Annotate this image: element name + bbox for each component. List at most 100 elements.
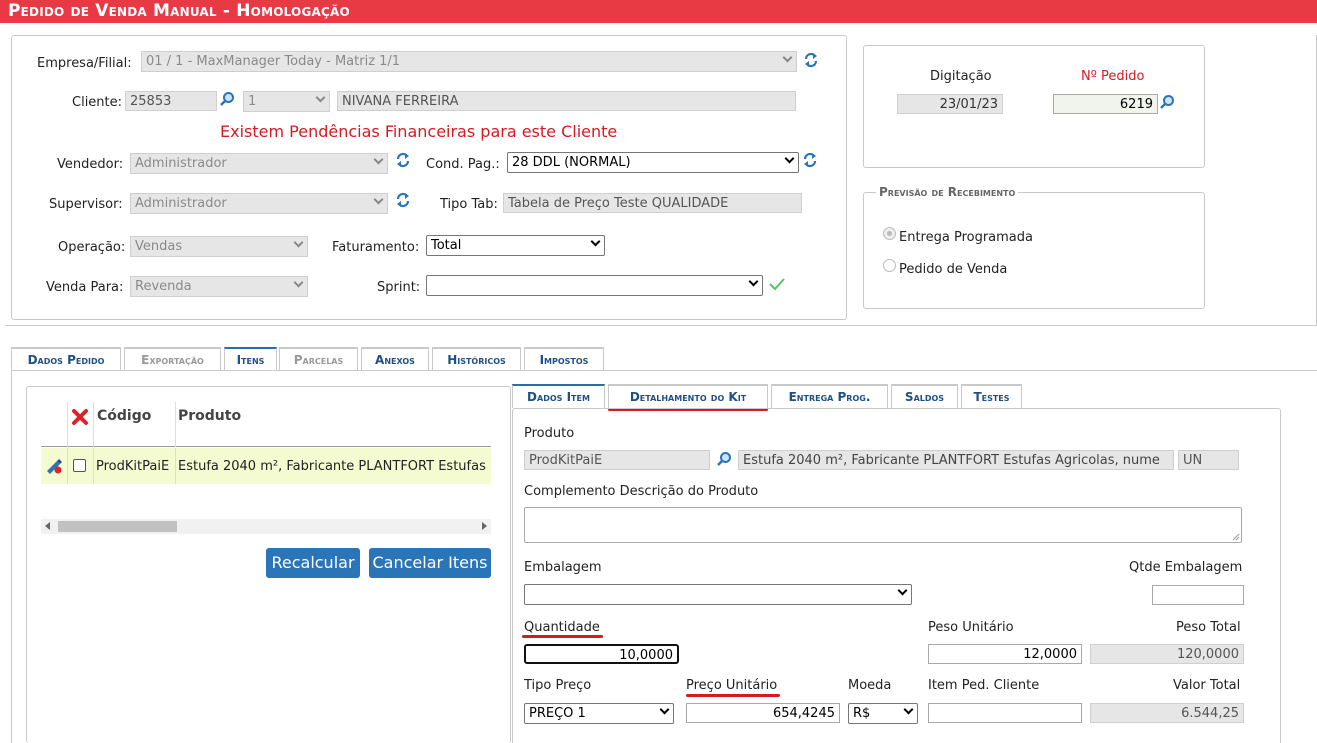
sprint-select[interactable] [426,275,763,296]
edit-icon[interactable] [44,457,64,475]
produto-code-field: ProdKitPaiE [524,450,710,470]
radio-pedido-label: Pedido de Venda [899,262,1008,277]
subtab-saldos[interactable]: Saldos [891,384,958,408]
cond-pag-select[interactable]: 28 DDL (NORMAL) [507,152,799,173]
tab-itens[interactable]: Itens [224,347,277,371]
pedido-field[interactable]: 6219 [1053,94,1158,114]
operacao-label: Operação: [58,240,126,255]
faturamento-value: Total [431,238,462,253]
venda-para-select[interactable]: Revenda [130,276,308,297]
refresh-icon[interactable] [395,191,411,209]
tab-exportacao[interactable]: Exportação [124,347,221,371]
tipo-preco-select[interactable]: PREÇO 1 [524,703,674,724]
search-icon[interactable] [219,91,235,107]
row-produto: Estufa 2040 m², Fabricante PLANTFORT Est… [178,459,486,474]
subtab-detalhamento-kit[interactable]: Detalhamento do Kit [608,384,768,408]
chevron-down-icon [897,585,908,596]
qtde-embalagem-field[interactable] [1152,585,1244,605]
chevron-down-icon [782,52,793,63]
table-row[interactable]: ProdKitPaiE Estufa 2040 m², Fabricante P… [41,448,491,484]
peso-total-label: Peso Total [1176,620,1241,635]
scroll-left-icon[interactable] [45,522,50,530]
tipo-tab-field: Tabela de Preço Teste QUALIDADE [503,193,802,213]
quantidade-field[interactable]: 10,0000 [524,644,679,664]
tab-label: Saldos [904,390,945,404]
radio-pedido[interactable] [883,259,896,272]
tab-historicos[interactable]: Históricos [432,347,521,371]
operacao-select[interactable]: Vendas [130,236,308,257]
page-title: Pedido de Venda Manual - Homologação [8,1,350,21]
empresa-label: Empresa/Filial: [37,56,132,71]
peso-unit-label: Peso Unitário [928,620,1014,635]
chevron-down-icon [590,236,601,247]
venda-para-value: Revenda [135,279,192,294]
embalagem-label: Embalagem [524,560,602,575]
chevron-down-icon [315,92,326,103]
complemento-textarea[interactable] [524,507,1242,543]
radio-entrega[interactable] [883,227,896,240]
cancelar-itens-button[interactable]: Cancelar Itens [369,548,491,578]
peso-unit-field[interactable]: 12,0000 [928,644,1082,664]
cliente-code-field[interactable]: 25853 [125,91,217,111]
tab-label: Entrega Prog. [788,390,871,404]
tab-anexos[interactable]: Anexos [361,347,429,371]
refresh-icon[interactable] [803,51,819,69]
tab-impostos[interactable]: Impostos [524,347,604,371]
check-icon [769,278,785,291]
title-bar: Pedido de Venda Manual - Homologação [0,0,1317,23]
faturamento-select[interactable]: Total [426,235,605,256]
subtab-testes[interactable]: Testes [961,384,1022,408]
top-container-bottom [5,325,1317,326]
scroll-thumb[interactable] [58,521,177,532]
moeda-label: Moeda [848,678,892,693]
operacao-value: Vendas [135,239,183,254]
col-produto[interactable]: Produto [178,408,241,424]
tab-parcelas[interactable]: Parcelas [279,347,358,371]
preco-unit-field[interactable]: 654,4245 [686,703,840,723]
item-ped-cliente-label: Item Ped. Cliente [928,678,1040,693]
valor-total-label: Valor Total [1173,678,1241,693]
horizontal-scrollbar[interactable] [41,519,491,534]
empresa-value: 01 / 1 - MaxManager Today - Matriz 1/1 [146,54,401,69]
moeda-select[interactable]: R$ [848,703,918,724]
delete-all-icon[interactable] [71,408,89,426]
pedido-label: Nº Pedido [1081,69,1145,84]
scroll-right-icon[interactable] [482,522,487,530]
vendedor-select[interactable]: Administrador [130,153,388,174]
row-codigo: ProdKitPaiE [96,459,170,474]
cliente-label: Cliente: [72,95,123,110]
refresh-icon[interactable] [802,151,818,169]
chevron-down-icon [903,704,914,715]
supervisor-select[interactable]: Administrador [130,193,388,214]
tab-dados-pedido[interactable]: Dados Pedido [11,347,121,371]
resize-grip-icon[interactable] [1232,533,1240,541]
col-codigo[interactable]: Código [97,408,151,424]
vendedor-value: Administrador [135,156,227,171]
tipo-tab-label: Tipo Tab: [440,197,498,212]
digitacao-field: 23/01/23 [897,94,1003,114]
quantidade-label: Quantidade [524,620,600,635]
venda-para-label: Venda Para: [46,280,124,295]
row-checkbox[interactable] [73,459,86,472]
chevron-down-icon [748,276,759,287]
search-icon[interactable] [1159,94,1175,110]
cliente-branch-value: 1 [248,94,257,109]
previsao-panel [863,192,1205,309]
recalcular-button[interactable]: Recalcular [266,548,360,578]
supervisor-value: Administrador [135,196,227,211]
tab-label: Exportação [141,353,204,367]
cond-pag-value: 28 DDL (NORMAL) [512,155,631,170]
cliente-branch-select[interactable]: 1 [243,91,330,112]
quantidade-underline [522,635,603,638]
chevron-down-icon [659,704,670,715]
valor-total-field: 6.544,25 [1090,703,1244,723]
search-icon[interactable] [716,451,732,467]
item-ped-cliente-field[interactable] [928,703,1082,723]
pendencias-message: Existem Pendências Financeiras para este… [220,122,618,141]
previsao-legend: Previsão de Recebimento [876,185,1019,199]
empresa-select[interactable]: 01 / 1 - MaxManager Today - Matriz 1/1 [141,51,797,72]
subtab-dados-item[interactable]: Dados Item [512,384,605,408]
embalagem-select[interactable] [524,584,912,605]
subtab-entrega-prog[interactable]: Entrega Prog. [771,384,888,408]
refresh-icon[interactable] [395,151,411,169]
